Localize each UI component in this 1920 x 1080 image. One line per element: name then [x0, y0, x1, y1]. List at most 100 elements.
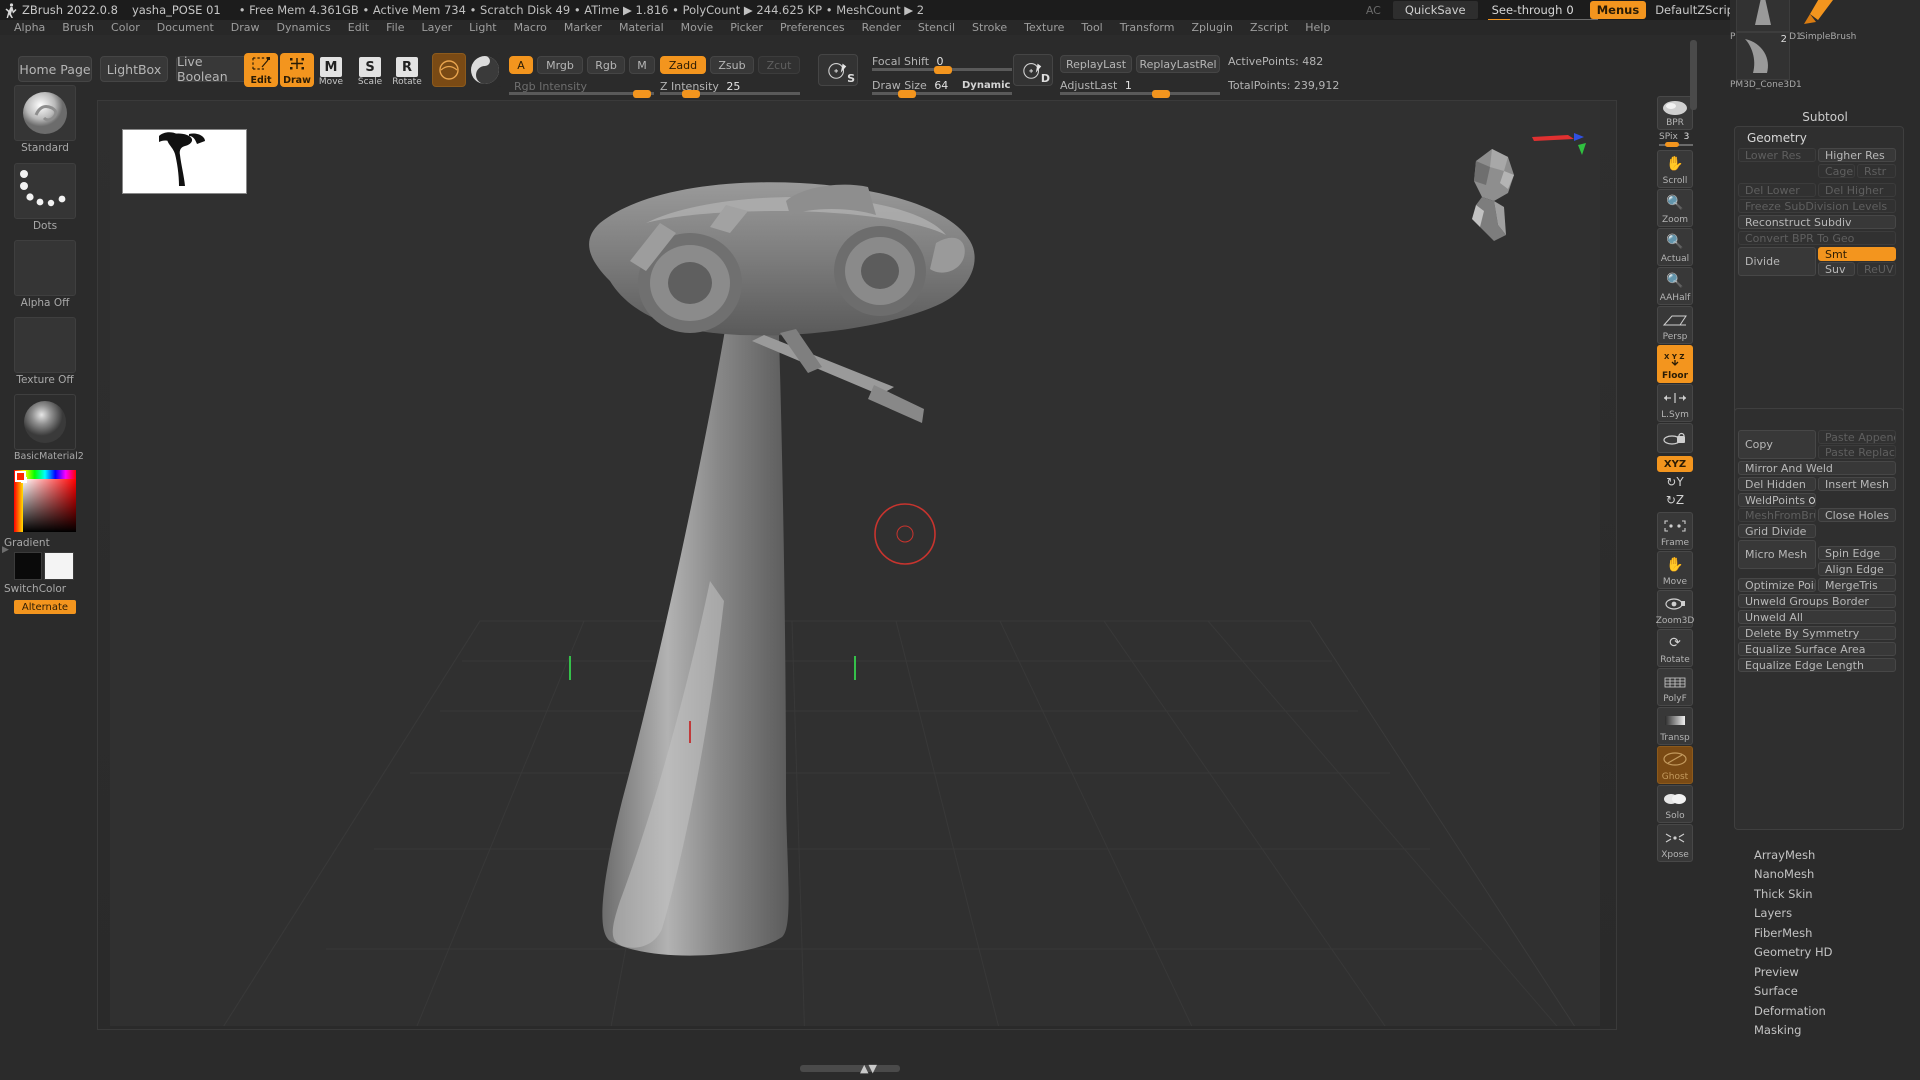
mesh-from-brush-button[interactable]: MeshFromBrush	[1738, 508, 1816, 522]
close-holes-button[interactable]: Close Holes	[1818, 508, 1896, 522]
grid-divide-button[interactable]: Grid Divide	[1738, 524, 1816, 538]
draw-button[interactable]: Draw	[280, 53, 314, 87]
arraymesh-section[interactable]: ArrayMesh	[1730, 845, 1920, 865]
thick-skin-section[interactable]: Thick Skin	[1730, 884, 1920, 904]
menu-item-file[interactable]: File	[378, 20, 412, 35]
cone-subtool-thumb[interactable]	[1736, 0, 1790, 32]
cage-button[interactable]: Cage	[1818, 164, 1855, 178]
scale-button[interactable]: S Scale	[355, 53, 385, 87]
dots-stroke-thumb[interactable]	[14, 163, 76, 219]
menu-item-help[interactable]: Help	[1297, 20, 1338, 35]
focal-shift-slider[interactable]	[872, 65, 1012, 74]
transp-button[interactable]: Transp	[1657, 707, 1693, 745]
z-intensity-knob[interactable]	[682, 89, 700, 98]
rstr-button[interactable]: Rstr	[1857, 164, 1896, 178]
frame-button[interactable]: Frame	[1657, 512, 1693, 550]
solo-button[interactable]: Solo	[1657, 785, 1693, 823]
surface-section[interactable]: Surface	[1730, 982, 1920, 1002]
aahalf-button[interactable]: 🔍 AAHalf	[1657, 267, 1693, 305]
rotate-view-button[interactable]: ⟳ Rotate	[1657, 629, 1693, 667]
polyframe-button[interactable]: PolyF	[1657, 668, 1693, 706]
convert-bpr-to-geo-button[interactable]: Convert BPR To Geo	[1738, 231, 1896, 245]
left-tray-arrow-icon[interactable]: ▶	[2, 545, 10, 555]
lsym-button[interactable]: L.Sym	[1657, 384, 1693, 422]
color-sv-square[interactable]	[21, 477, 76, 532]
brush-size-d-badge[interactable]: D	[1013, 54, 1053, 86]
masking-section[interactable]: Masking	[1730, 1021, 1920, 1041]
scroll-button[interactable]: ✋ Scroll	[1657, 150, 1693, 188]
menu-item-stencil[interactable]: Stencil	[910, 20, 963, 35]
persp-button[interactable]: Persp	[1657, 306, 1693, 344]
menu-item-alpha[interactable]: Alpha	[6, 20, 53, 35]
rgb-intensity-slider[interactable]	[509, 89, 654, 98]
divide-button[interactable]: Divide	[1738, 247, 1816, 276]
menu-item-brush[interactable]: Brush	[54, 20, 102, 35]
zoom3d-button[interactable]: Zoom3D	[1656, 590, 1694, 628]
standard-brush-thumb[interactable]	[14, 85, 76, 141]
focal-shift-knob[interactable]	[934, 65, 952, 74]
menu-item-stroke[interactable]: Stroke	[964, 20, 1015, 35]
a-toggle-button[interactable]: A	[509, 56, 533, 74]
menu-item-marker[interactable]: Marker	[556, 20, 610, 35]
equalize-surface-area-button[interactable]: Equalize Surface Area	[1738, 642, 1896, 656]
paste-replace-button[interactable]: Paste Replace	[1818, 445, 1896, 459]
menu-item-tool[interactable]: Tool	[1073, 20, 1110, 35]
fibermesh-section[interactable]: FiberMesh	[1730, 923, 1920, 943]
replay-last-rel-button[interactable]: ReplayLastRel	[1136, 55, 1220, 73]
dynamic-toggle[interactable]: Dynamic	[962, 80, 1010, 91]
micro-mesh-button[interactable]: Micro Mesh	[1738, 540, 1816, 569]
alternate-button[interactable]: Alternate	[14, 600, 76, 614]
menu-item-zplugin[interactable]: Zplugin	[1183, 20, 1241, 35]
bpr-button[interactable]: BPR	[1657, 96, 1693, 130]
rotate-z-button[interactable]: ↻Z	[1657, 492, 1693, 509]
rgb-intensity-knob[interactable]	[633, 89, 651, 98]
m-toggle-button[interactable]: M	[629, 56, 655, 74]
quicksave-button[interactable]: QuickSave	[1392, 1, 1478, 19]
adjust-last-slider[interactable]	[1060, 89, 1220, 98]
zoom-button[interactable]: 🔍 Zoom	[1657, 189, 1693, 227]
canvas-updown-icon[interactable]: ▲▼	[860, 1062, 877, 1075]
menu-item-edit[interactable]: Edit	[340, 20, 377, 35]
see-through-slider[interactable]: See-through 0	[1487, 1, 1598, 22]
material-palette-item[interactable]: BasicMaterial2	[14, 394, 84, 462]
menu-item-dynamics[interactable]: Dynamics	[269, 20, 339, 35]
menu-item-material[interactable]: Material	[611, 20, 672, 35]
insert-mesh-button[interactable]: Insert Mesh	[1818, 477, 1896, 491]
weld-points-radio-icon[interactable]	[1809, 496, 1815, 504]
move-view-button[interactable]: ✋ Move	[1657, 551, 1693, 589]
menu-item-document[interactable]: Document	[149, 20, 222, 35]
mirror-and-weld-button[interactable]: Mirror And Weld	[1738, 461, 1896, 475]
unweld-groups-border-button[interactable]: Unweld Groups Border	[1738, 594, 1896, 608]
brush-preview-icon[interactable]	[468, 53, 502, 87]
brush-size-s-badge[interactable]: S	[818, 54, 858, 86]
ghost-button[interactable]: Ghost	[1657, 746, 1693, 784]
canvas-vscrollbar[interactable]	[1690, 40, 1697, 110]
actual-button[interactable]: 🔍 Actual	[1657, 228, 1693, 266]
texture-off-thumb[interactable]	[14, 317, 76, 373]
geometry-header[interactable]: Geometry	[1735, 127, 1903, 149]
reconstruct-subdiv-button[interactable]: Reconstruct Subdiv	[1738, 215, 1896, 229]
alpha-palette-item[interactable]: Alpha Off	[14, 240, 76, 309]
menu-item-texture[interactable]: Texture	[1016, 20, 1072, 35]
freeze-subdivision-button[interactable]: Freeze SubDivision Levels	[1738, 199, 1896, 213]
adjust-last-knob[interactable]	[1152, 89, 1170, 98]
xpose-button[interactable]: Xpose	[1657, 824, 1693, 862]
subtool-section-title[interactable]: Subtool	[1730, 110, 1920, 124]
draw-size-slider[interactable]	[872, 89, 1012, 98]
color-swatch-current[interactable]	[15, 471, 26, 482]
align-edge-button[interactable]: Align Edge	[1818, 562, 1896, 576]
secondary-color-swatch[interactable]	[44, 552, 74, 580]
color-picker[interactable]	[14, 470, 76, 532]
menus-button[interactable]: Menus	[1589, 1, 1647, 19]
sculpted-model[interactable]	[110, 101, 1600, 1026]
brush-palette-item[interactable]: Standard	[14, 85, 76, 154]
material-sphere-icon[interactable]	[432, 53, 466, 87]
menu-item-zscript[interactable]: Zscript	[1242, 20, 1296, 35]
stroke-palette-item[interactable]: Dots	[14, 163, 76, 232]
texture-palette-item[interactable]: Texture Off	[14, 317, 76, 386]
menu-item-picker[interactable]: Picker	[722, 20, 771, 35]
switch-color-label[interactable]: SwitchColor	[4, 583, 76, 595]
menu-item-layer[interactable]: Layer	[413, 20, 460, 35]
equalize-edge-length-button[interactable]: Equalize Edge Length	[1738, 658, 1896, 672]
viewport-surface[interactable]	[110, 101, 1600, 1026]
